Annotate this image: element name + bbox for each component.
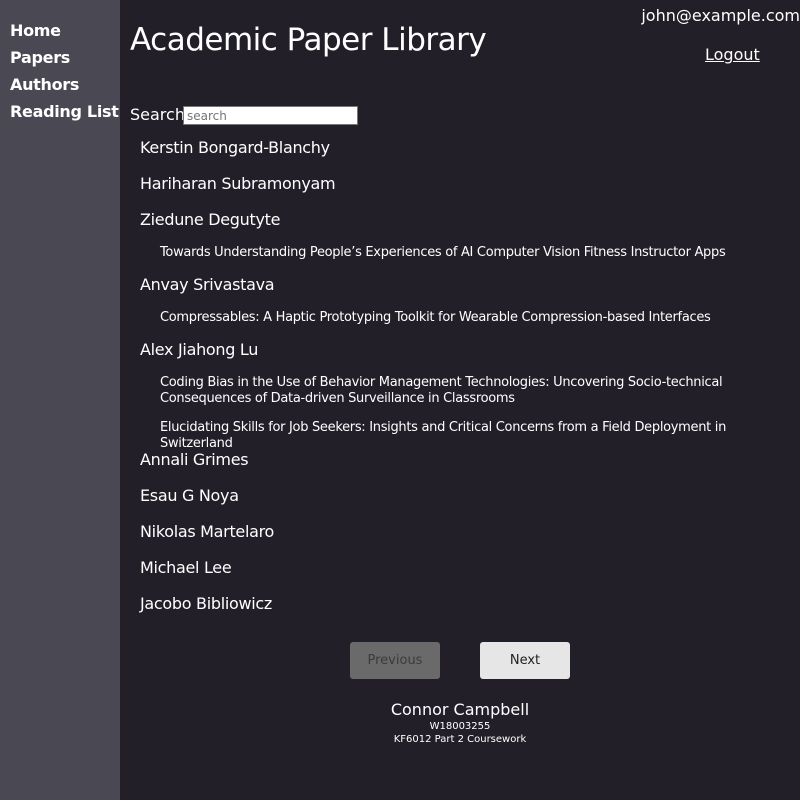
user-email: john@example.com: [641, 6, 800, 25]
footer-course: KF6012 Part 2 Coursework: [393, 734, 527, 745]
paper-item[interactable]: Elucidating Skills for Job Seekers: Insi…: [160, 420, 780, 452]
footer-student-id: W18003255: [429, 721, 491, 732]
author-item[interactable]: Kerstin Bongard-Blanchy: [140, 138, 330, 157]
author-item[interactable]: Nikolas Martelaro: [140, 522, 274, 541]
search-input[interactable]: [183, 106, 358, 125]
author-item[interactable]: Ziedune Degutyte: [140, 210, 280, 229]
logout-link[interactable]: Logout: [705, 45, 760, 64]
nav-item-papers[interactable]: Papers: [10, 48, 70, 67]
footer: Connor Campbell W18003255 KF6012 Part 2 …: [120, 700, 800, 746]
main-content: Academic Paper Library john@example.com …: [120, 0, 800, 800]
nav-item-authors[interactable]: Authors: [10, 75, 79, 94]
author-item[interactable]: Esau G Noya: [140, 486, 239, 505]
author-item[interactable]: Hariharan Subramonyam: [140, 174, 336, 193]
paper-item[interactable]: Towards Understanding People’s Experienc…: [160, 245, 780, 261]
author-item[interactable]: Alex Jiahong Lu: [140, 340, 258, 359]
page-title: Academic Paper Library: [130, 22, 487, 58]
previous-button[interactable]: Previous: [350, 642, 440, 679]
author-item[interactable]: Michael Lee: [140, 558, 232, 577]
paper-item[interactable]: Coding Bias in the Use of Behavior Manag…: [160, 375, 780, 407]
sidebar: Home Papers Authors Reading List: [0, 0, 120, 800]
author-item[interactable]: Jacobo Bibliowicz: [140, 594, 272, 613]
nav-item-home[interactable]: Home: [10, 21, 61, 40]
author-item[interactable]: Anvay Srivastava: [140, 275, 275, 294]
nav-item-reading-list[interactable]: Reading List: [10, 102, 119, 121]
search-label: Search:: [130, 105, 191, 124]
author-item[interactable]: Annali Grimes: [140, 450, 249, 469]
paper-item[interactable]: Compressables: A Haptic Prototyping Tool…: [160, 310, 780, 326]
footer-author-name: Connor Campbell: [390, 700, 530, 719]
next-button[interactable]: Next: [480, 642, 570, 679]
